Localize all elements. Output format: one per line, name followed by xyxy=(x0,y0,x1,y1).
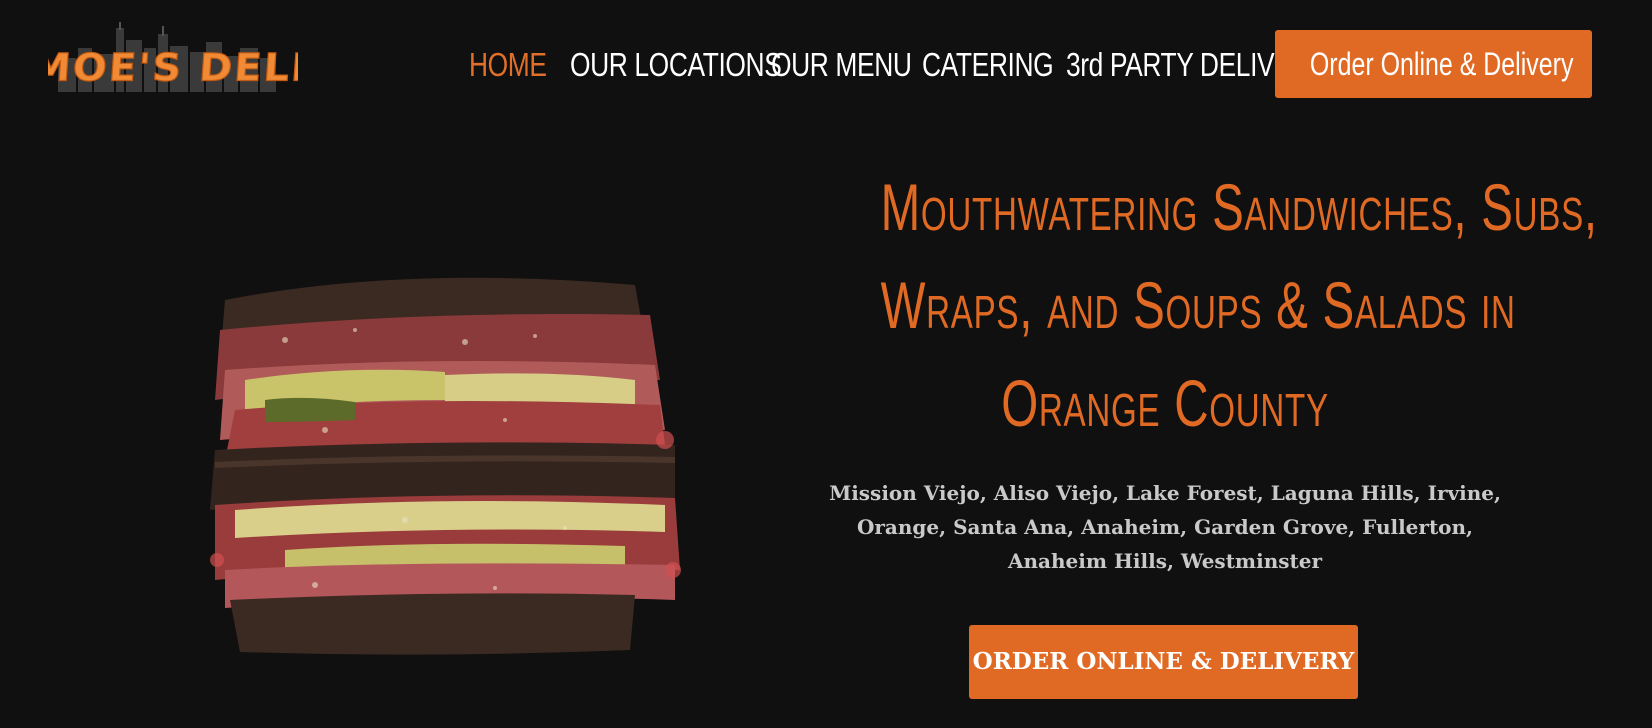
headline-line-1: Mouthwatering Sandwiches, Subs, xyxy=(880,170,1598,244)
nav-our-menu[interactable]: OUR MENU xyxy=(771,40,912,90)
page: MOE'S DELI HOME OUR LOCATIONS OUR MENU C… xyxy=(0,0,1652,728)
order-online-hero-button[interactable]: ORDER ONLINE & DELIVERY xyxy=(969,625,1358,699)
hero-headline: Mouthwatering Sandwiches, Subs, Wraps, a… xyxy=(770,158,1598,452)
service-locations: Mission Viejo, Aliso Viejo, Lake Forest,… xyxy=(829,481,1501,573)
headline-line-3: Orange County xyxy=(1001,366,1329,440)
headline-line-2: Wraps, and Soups & Salads in xyxy=(880,268,1516,342)
order-online-nav-button[interactable]: Order Online & Delivery xyxy=(1275,30,1592,98)
order-online-nav-label: Order Online & Delivery xyxy=(1309,46,1574,82)
nav-catering[interactable]: CATERING xyxy=(922,40,1054,90)
order-online-hero-label: ORDER ONLINE & DELIVERY xyxy=(972,648,1355,675)
nav-home[interactable]: HOME xyxy=(469,40,547,90)
sandwich-photo xyxy=(205,270,705,662)
nav-our-locations[interactable]: OUR LOCATIONS xyxy=(570,40,782,90)
